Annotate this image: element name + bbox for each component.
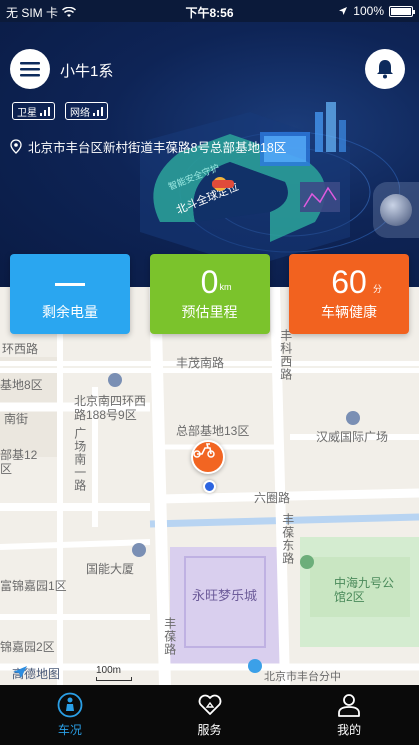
signal-bars-icon (40, 106, 50, 116)
location-arrow-icon (339, 7, 348, 15)
tab-vehicle-status-label: 车况 (57, 723, 82, 737)
map-label: 部基12区 (0, 448, 38, 476)
map-label: 丰科西路 (278, 329, 293, 381)
menu-button[interactable] (10, 49, 50, 89)
vehicle-address[interactable]: 北京市丰台区新村街道丰葆路8号总部基地18区 (10, 137, 286, 156)
poi-marker[interactable] (108, 373, 122, 387)
location-pin-icon (10, 139, 22, 154)
map-label: 北京市丰台分中 (264, 671, 341, 683)
health-unit: 分 (373, 284, 383, 294)
satellite-signal: 卫星 (12, 102, 55, 120)
tab-services-label: 服务 (197, 723, 222, 737)
battery-card[interactable]: 剩余电量 (10, 254, 130, 334)
map-label: 丰茂南路 (176, 356, 225, 370)
map-label: 锦嘉园2区 (0, 640, 55, 654)
network-label: 网络 (70, 107, 90, 119)
vehicle-header: 北斗全球定位 智能安全守护 小牛1系 卫星 网络 北京市丰台区新村街道丰葆路8号… (0, 22, 419, 287)
map-label: 总部基地13区 (176, 424, 250, 438)
map-label: 北京南四环西路188号9区 (74, 394, 147, 422)
battery-label: 剩余电量 (42, 304, 98, 320)
range-label: 预估里程 (181, 304, 238, 320)
map-view[interactable]: 环西路 丰茂南路 丰科西路 基地8区 北京南四环西路188号9区 南街 广场南一… (0, 287, 419, 685)
range-value: 0 (200, 264, 219, 300)
range-card[interactable]: 0 km 预估里程 (149, 254, 270, 334)
map-label: 南街 (4, 412, 29, 426)
heart-icon (198, 694, 221, 715)
poi-marker[interactable] (300, 555, 314, 569)
battery-icon (389, 5, 415, 17)
bell-icon (377, 60, 393, 79)
battery-value (10, 262, 130, 302)
map-label: 中海九号公馆2区 (334, 576, 395, 604)
tab-vehicle-status[interactable]: 车况 (0, 685, 140, 745)
tab-profile[interactable]: 我的 (279, 685, 419, 745)
amap-logo: 高德地图 (12, 665, 60, 682)
address-text: 北京市丰台区新村街道丰葆路8号总部基地18区 (28, 141, 287, 155)
battery-percent: 100% (353, 4, 384, 18)
menu-icon (20, 62, 40, 77)
health-label: 车辆健康 (321, 304, 377, 320)
poi-marker[interactable] (132, 543, 146, 557)
vehicle-status-cards: 剩余电量 0 km 预估里程 60 分 车辆健康 (10, 254, 409, 334)
no-data-dash (55, 283, 85, 287)
tab-services[interactable]: 服务 (140, 685, 280, 745)
poi-marker[interactable] (248, 659, 262, 673)
network-signal: 网络 (65, 102, 108, 120)
beidou-illustration: 北斗全球定位 智能安全守护 (140, 102, 400, 267)
health-card[interactable]: 60 分 车辆健康 (289, 254, 409, 334)
map-label: 国能大厦 (86, 562, 135, 576)
health-value: 60 (331, 264, 367, 300)
range-unit: km (219, 282, 232, 292)
scooter-icon (193, 443, 215, 458)
amap-logo-icon (13, 666, 27, 678)
map-label: 基地8区 (0, 378, 43, 392)
map-label: 六圈路 (254, 491, 291, 505)
tab-bar: 车况 服务 我的 (0, 685, 419, 745)
map-label: 汉威国际广场 (316, 430, 389, 444)
map-label: 环西路 (2, 342, 39, 356)
notification-button[interactable] (365, 49, 405, 89)
tab-profile-label: 我的 (337, 723, 362, 737)
current-location-dot (203, 480, 216, 493)
signal-bars-icon (93, 106, 103, 116)
user-icon (338, 694, 361, 717)
poi-marker[interactable] (346, 411, 360, 425)
scooter-marker[interactable] (191, 440, 225, 474)
map-label: 丰葆东路 (280, 513, 295, 565)
map-scale-bar (96, 677, 132, 681)
map-label: 广场南一路 (72, 427, 87, 492)
satellite-label: 卫星 (17, 107, 37, 119)
map-label: 永旺梦乐城 (192, 588, 258, 603)
map-label: 丰葆路 (162, 617, 177, 656)
assist-knob (380, 194, 412, 226)
scooter-rider-icon (57, 692, 83, 718)
signal-indicators: 卫星 网络 (12, 102, 108, 120)
map-scale-label: 100m (96, 665, 122, 676)
status-bar: 无 SIM 卡 下午8:56 100% (0, 0, 419, 22)
map-label: 富锦嘉园1区 (0, 579, 67, 593)
vehicle-name[interactable]: 小牛1系 (60, 60, 113, 81)
floating-assist-button[interactable] (373, 182, 419, 238)
